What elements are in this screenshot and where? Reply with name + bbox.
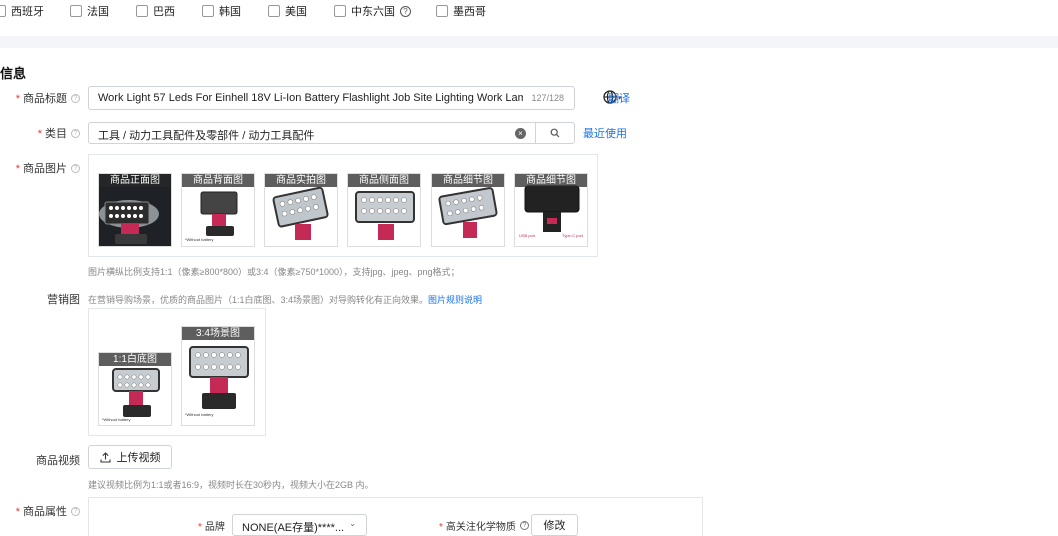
image-small-text: *Without battery <box>185 412 214 417</box>
product-image-4[interactable]: 商品侧面图 <box>347 173 421 247</box>
title-label: * 商品标题 ? <box>16 90 80 106</box>
upload-video-label: 上传视频 <box>116 452 161 464</box>
translate-link[interactable]: 翻译 <box>608 90 630 106</box>
country-label: 法国 <box>87 6 109 18</box>
image-small-text: Type-C port <box>562 233 583 238</box>
recent-used-link[interactable]: 最近使用 <box>583 125 627 141</box>
attributes-box: * 品牌 NONE(AE存量)****... ⌄ * 高关注化学物质 ? 修改 <box>88 497 703 536</box>
video-label: 商品视频 <box>36 455 80 467</box>
country-brazil[interactable]: 巴西 <box>136 3 175 19</box>
images-note: 图片横纵比例支持1:1（像素≥800*800）或3:4（像素≥750*1000）… <box>88 267 460 277</box>
search-icon <box>550 128 560 138</box>
country-label: 巴西 <box>153 6 175 18</box>
country-korea[interactable]: 韩国 <box>202 3 241 19</box>
image-caption: 商品正面图 <box>99 174 171 187</box>
product-images-box: 商品正面图 商品背面图 *Without battery 商品实拍图 商品侧面图… <box>88 154 598 257</box>
category-label: * 类目 ? <box>38 125 80 141</box>
checkbox[interactable] <box>70 5 82 17</box>
country-checkbox-row: 西班牙 法国 巴西 韩国 美国 中东六国 ? 墨西哥 <box>0 0 1058 24</box>
marketing-image-portrait[interactable]: 3:4场景图 *Without battery <box>181 326 255 426</box>
video-note: 建议视频比例为1:1或者16:9，视频时长在30秒内，视频大小在2GB 内。 <box>88 480 374 490</box>
image-caption: 商品背面图 <box>182 174 254 187</box>
brand-value: NONE(AE存量)****... <box>242 522 345 534</box>
marketing-note: 在营销导购场景，优质的商品图片（1:1白底图、3:4场景图）对导购转化有正向效果… <box>88 295 483 305</box>
chevron-down-icon: ⌄ <box>349 519 356 528</box>
product-image-3[interactable]: 商品实拍图 <box>264 173 338 247</box>
product-image-1[interactable]: 商品正面图 <box>98 173 172 247</box>
country-usa[interactable]: 美国 <box>268 3 307 19</box>
checkbox[interactable] <box>334 5 346 17</box>
chemical-label: * 高关注化学物质 ? <box>439 518 529 533</box>
country-spain[interactable]: 西班牙 <box>0 3 44 19</box>
title-input[interactable]: Work Light 57 Leds For Einhell 18V Li-Io… <box>88 86 575 110</box>
image-caption: 商品侧面图 <box>348 174 420 187</box>
upload-video-button[interactable]: 上传视频 <box>88 445 172 469</box>
checkbox[interactable] <box>268 5 280 17</box>
category-input[interactable]: 工具 / 动力工具配件及零部件 / 动力工具配件 × <box>88 122 536 144</box>
checkbox[interactable] <box>202 5 214 17</box>
image-rules-link[interactable]: 图片规则说明 <box>428 295 482 305</box>
help-icon[interactable]: ? <box>71 128 80 138</box>
country-mexico[interactable]: 墨西哥 <box>436 3 486 19</box>
brand-select[interactable]: NONE(AE存量)****... ⌄ <box>232 514 367 536</box>
country-label: 美国 <box>285 6 307 18</box>
brand-label: * 品牌 <box>198 522 225 533</box>
product-image-5[interactable]: 商品细节图 <box>431 173 505 247</box>
attributes-label: * 商品属性 ? <box>16 503 80 519</box>
image-small-text: *Without battery <box>102 417 131 422</box>
section-divider <box>0 36 1058 48</box>
category-search-button[interactable] <box>535 122 575 144</box>
title-char-count: 127/128 <box>531 93 564 103</box>
image-caption: 商品细节图 <box>515 174 587 187</box>
help-icon[interactable]: ? <box>71 506 80 516</box>
edit-button[interactable]: 修改 <box>531 514 578 536</box>
country-label: 中东六国 <box>351 6 395 18</box>
country-label: 墨西哥 <box>453 6 486 18</box>
product-image-2[interactable]: 商品背面图 *Without battery <box>181 173 255 247</box>
clear-icon[interactable]: × <box>515 128 526 139</box>
image-caption: 商品细节图 <box>432 174 504 187</box>
section-title: 信息 <box>0 66 27 81</box>
image-small-text: USB port <box>519 233 536 238</box>
help-icon[interactable]: ? <box>400 5 411 17</box>
help-icon[interactable]: ? <box>519 521 529 530</box>
image-caption: 1:1白底图 <box>99 353 171 366</box>
image-caption: 商品实拍图 <box>265 174 337 187</box>
country-france[interactable]: 法国 <box>70 3 109 19</box>
title-value[interactable]: Work Light 57 Leds For Einhell 18V Li-Io… <box>98 92 523 104</box>
help-icon[interactable]: ? <box>71 93 80 103</box>
upload-icon <box>99 451 111 463</box>
image-small-text: *Without battery <box>185 237 214 242</box>
category-value: 工具 / 动力工具配件及零部件 / 动力工具配件 <box>98 130 315 142</box>
help-icon[interactable]: ? <box>71 163 80 173</box>
image-caption: 3:4场景图 <box>182 327 254 340</box>
checkbox[interactable] <box>436 5 448 17</box>
checkbox[interactable] <box>0 5 6 17</box>
checkbox[interactable] <box>136 5 148 17</box>
marketing-images-box: 1:1白底图 *Without battery 3:4场景图 *Without … <box>88 308 266 436</box>
marketing-image-square[interactable]: 1:1白底图 *Without battery <box>98 352 172 426</box>
marketing-label: 营销图 <box>47 294 80 306</box>
country-label: 韩国 <box>219 6 241 18</box>
country-middle-east[interactable]: 中东六国 ? <box>334 3 411 19</box>
product-image-6[interactable]: 商品细节图 USB port Type-C port <box>514 173 588 247</box>
country-label: 西班牙 <box>11 6 44 18</box>
images-label: * 商品图片 ? <box>16 160 80 176</box>
